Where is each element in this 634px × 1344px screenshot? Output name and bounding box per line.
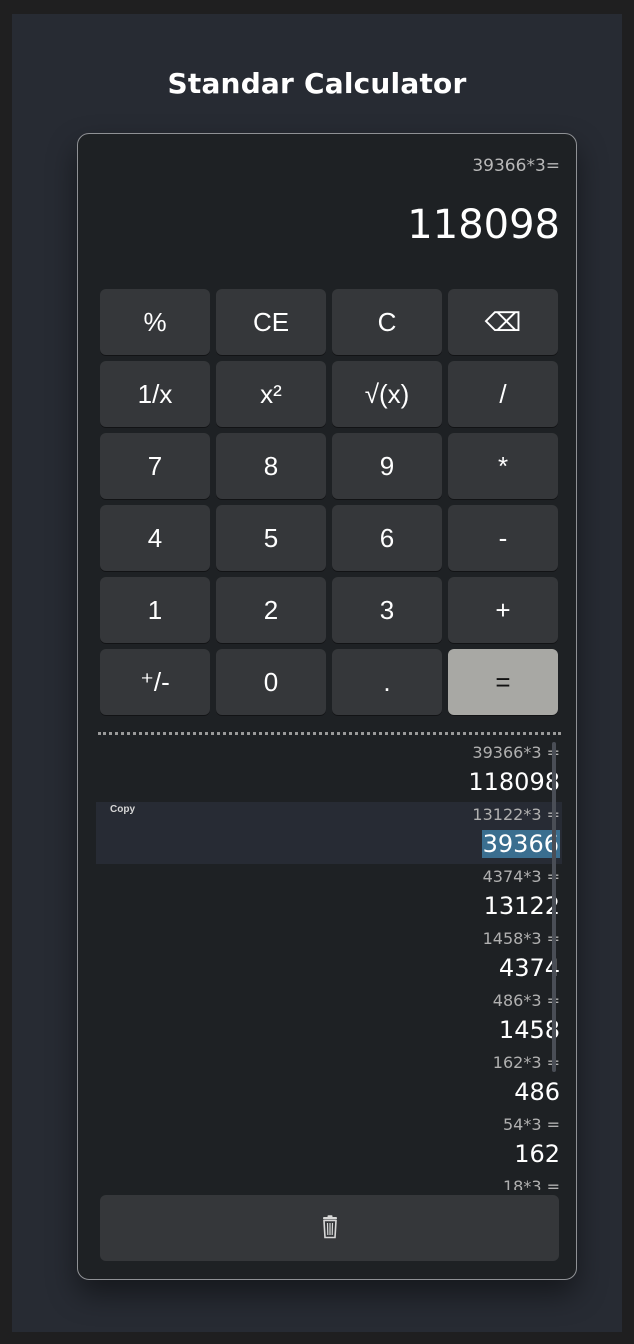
history-expression: 162*3 = <box>492 1053 560 1072</box>
clear-key[interactable]: C <box>332 289 442 355</box>
clear-entry-key[interactable]: CE <box>216 289 326 355</box>
history-expression: 1458*3 = <box>482 929 560 948</box>
divide-key[interactable]: / <box>448 361 558 427</box>
square-root-key[interactable]: √(x) <box>332 361 442 427</box>
history-expression: 18*3 = <box>502 1177 560 1190</box>
selected-text-highlight[interactable]: 39366 <box>481 830 560 858</box>
history-item[interactable]: 1458*3 = 4374 <box>96 926 562 988</box>
history-item[interactable]: 54*3 = 162 <box>96 1112 562 1174</box>
digit-9-key[interactable]: 9 <box>332 433 442 499</box>
history-result: 39366 <box>96 828 560 864</box>
history-divider <box>98 732 561 735</box>
history-result: 118098 <box>468 768 560 796</box>
digit-2-key[interactable]: 2 <box>216 577 326 643</box>
reciprocal-key[interactable]: 1/x <box>100 361 210 427</box>
equals-key[interactable]: = <box>448 649 558 715</box>
percent-key[interactable]: % <box>100 289 210 355</box>
trash-icon <box>320 1214 340 1242</box>
negate-key[interactable]: ⁺/- <box>100 649 210 715</box>
history-result: 4374 <box>498 954 560 982</box>
history-result: 1458 <box>498 1016 560 1044</box>
copy-button[interactable]: Copy <box>110 804 135 815</box>
history-result: 486 <box>514 1078 560 1106</box>
history-result: 13122 <box>483 892 560 920</box>
history-expression: 39366*3 = <box>472 743 560 762</box>
history-list[interactable]: 39366*3 = 118098 Copy 13122*3 = 39366 43… <box>96 740 562 1190</box>
digit-3-key[interactable]: 3 <box>332 577 442 643</box>
square-key[interactable]: x² <box>216 361 326 427</box>
digit-1-key[interactable]: 1 <box>100 577 210 643</box>
history-scrollbar[interactable] <box>552 742 556 1072</box>
digit-6-key[interactable]: 6 <box>332 505 442 571</box>
add-key[interactable]: + <box>448 577 558 643</box>
history-item[interactable]: 486*3 = 1458 <box>96 988 562 1050</box>
multiply-key[interactable]: * <box>448 433 558 499</box>
digit-5-key[interactable]: 5 <box>216 505 326 571</box>
keypad: % CE C ⌫ 1/x x² √(x) / 7 8 9 * 4 5 6 - 1… <box>100 289 559 715</box>
subtract-key[interactable]: - <box>448 505 558 571</box>
history-item[interactable]: 4374*3 = 13122 <box>96 864 562 926</box>
calculator-panel: 39366*3= 118098 % CE C ⌫ 1/x x² √(x) / 7… <box>77 133 577 1280</box>
app-title: Standar Calculator <box>167 67 467 100</box>
display-value: 118098 <box>407 202 560 248</box>
history-expression: 4374*3 = <box>482 867 560 886</box>
history-expression: 486*3 = <box>492 991 560 1010</box>
history-result: 162 <box>514 1140 560 1168</box>
digit-8-key[interactable]: 8 <box>216 433 326 499</box>
clear-history-button[interactable] <box>100 1195 559 1261</box>
digit-7-key[interactable]: 7 <box>100 433 210 499</box>
digit-0-key[interactable]: 0 <box>216 649 326 715</box>
backspace-key[interactable]: ⌫ <box>448 289 558 355</box>
history-item[interactable]: 162*3 = 486 <box>96 1050 562 1112</box>
history-item[interactable]: 39366*3 = 118098 <box>96 740 562 802</box>
history-expression: 13122*3 = <box>472 805 560 824</box>
digit-4-key[interactable]: 4 <box>100 505 210 571</box>
page-background: Standar Calculator 39366*3= 118098 % CE … <box>12 14 622 1332</box>
history-expression: 54*3 = <box>502 1115 560 1134</box>
history-item[interactable]: 18*3 = <box>96 1174 562 1190</box>
decimal-key[interactable]: . <box>332 649 442 715</box>
history-item-selected[interactable]: Copy 13122*3 = 39366 <box>96 802 562 864</box>
display-expression: 39366*3= <box>472 156 560 176</box>
